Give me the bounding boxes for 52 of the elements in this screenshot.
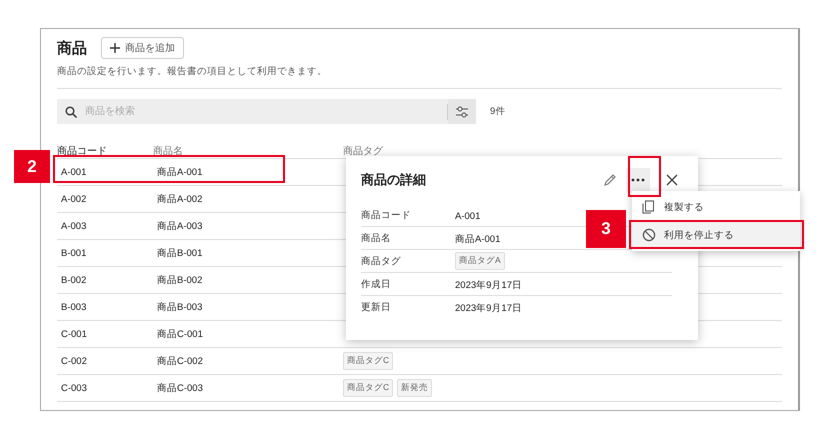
ellipsis-icon <box>631 178 645 182</box>
field-label: 更新日 <box>361 300 392 314</box>
table-cell-text: 商品B-003 <box>156 300 204 314</box>
close-icon <box>666 174 678 186</box>
filter-button[interactable] <box>448 99 476 124</box>
field-value: 商品A-001 <box>455 234 500 245</box>
table-cell-text: 商品B-002 <box>156 274 204 286</box>
field-label: 作成日 <box>361 278 392 290</box>
tag: 商品タグC <box>343 352 394 370</box>
table-cell-text: A-003 <box>60 220 88 232</box>
table-cell-text: 商品C-003 <box>156 382 204 394</box>
column-header[interactable]: 商品タグ <box>343 146 383 156</box>
field-value: 2023年9月17日 <box>455 303 522 314</box>
tag: 商品タグC <box>343 379 394 397</box>
result-count: 9件 <box>490 105 506 118</box>
table-cell-text: C-003 <box>60 382 88 394</box>
field-value: A-001 <box>455 211 480 222</box>
table-cell-text: A-002 <box>60 194 88 204</box>
column-header[interactable]: 商品コード <box>57 146 107 156</box>
table-cell-text: B-001 <box>60 248 88 258</box>
sliders-icon <box>455 106 469 118</box>
table-cell-text: C-001 <box>60 328 88 340</box>
highlight-frame <box>628 156 661 197</box>
field-label: 商品名 <box>361 232 392 244</box>
search-icon <box>65 106 77 118</box>
table-cell-text: 商品A-002 <box>156 192 204 206</box>
table-cell-text: C-002 <box>60 356 88 366</box>
table-cell-text: 商品B-001 <box>156 246 204 260</box>
table-cell-text: 商品A-001 <box>156 166 204 178</box>
add-product-button[interactable]: 商品を追加 <box>101 37 184 59</box>
field-label: 商品コード <box>361 208 412 222</box>
menu-item[interactable]: 複製する <box>632 193 800 221</box>
field-label: 商品タグ <box>361 254 402 268</box>
column-header[interactable]: 商品名 <box>153 146 183 156</box>
copy-icon <box>642 200 656 214</box>
page-title: 商品 <box>57 38 87 58</box>
table-cell-text: 商品A-003 <box>156 220 204 232</box>
prohibited-icon <box>642 228 656 242</box>
step-badge: 2 <box>14 150 50 183</box>
popup-title: 商品の詳細 <box>361 171 427 189</box>
field-value: 2023年9月17日 <box>455 280 522 291</box>
tag: 商品タグA <box>455 252 505 270</box>
tag: 新発売 <box>397 379 432 397</box>
page-description: 商品の設定を行います。報告書の項目として利用できます。 <box>57 65 328 78</box>
pencil-icon <box>603 173 617 187</box>
table-cell-text: 商品C-001 <box>156 328 204 340</box>
table-cell-text: B-002 <box>60 274 88 286</box>
step-badge: 3 <box>586 210 626 248</box>
table-cell-text: A-001 <box>60 166 88 178</box>
table-cell-text: B-003 <box>60 302 88 312</box>
plus-icon <box>110 43 120 53</box>
table-cell-text: 商品C-002 <box>156 354 204 368</box>
